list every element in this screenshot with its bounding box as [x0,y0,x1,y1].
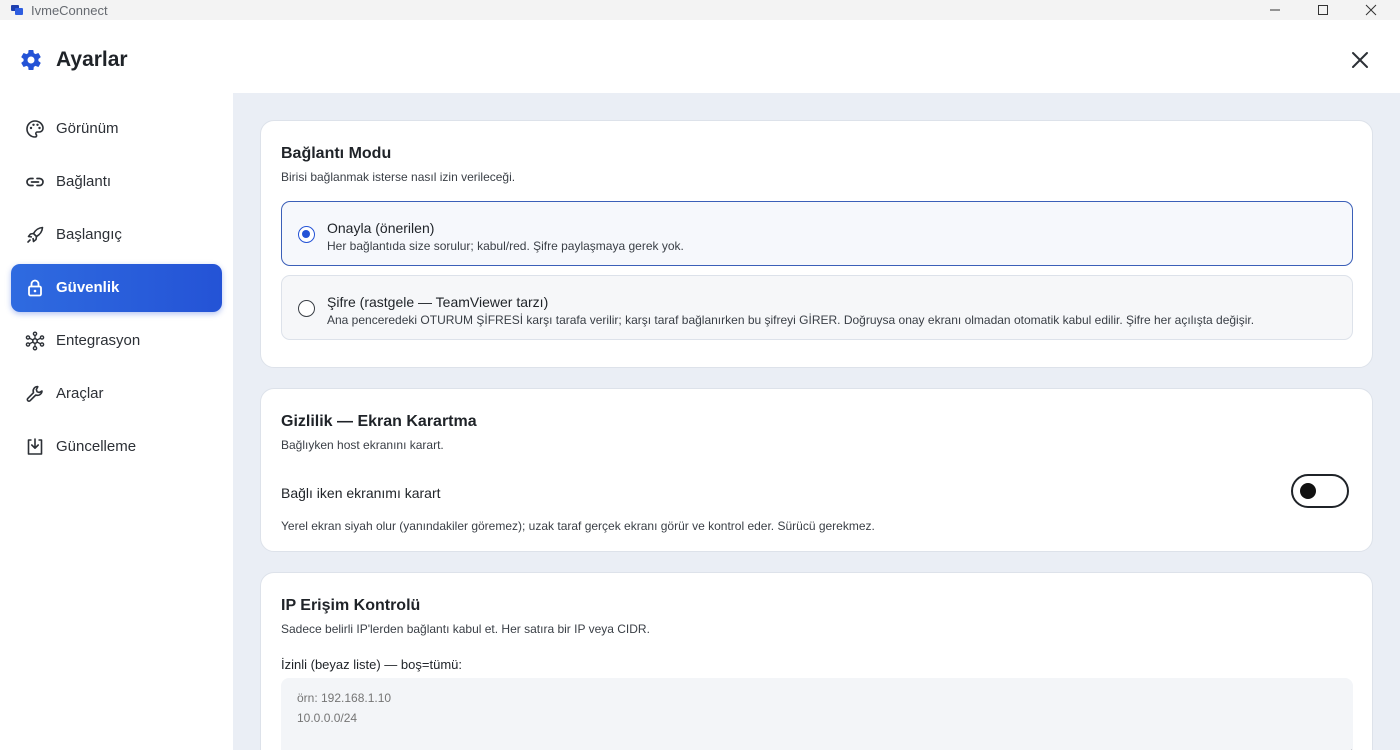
window-app-title: IvmeConnect [31,3,108,18]
radio-option-password[interactable]: Şifre (rastgele — TeamViewer tarzı) Ana … [281,275,1353,340]
sidebar-item-connection[interactable]: Bağlantı [11,158,222,206]
close-settings-button[interactable] [1346,46,1374,74]
minimize-icon [1270,9,1280,11]
ip-access-title: IP Erişim Kontrolü [281,597,421,614]
page-title: Ayarlar [56,48,128,71]
radio-button-unselected[interactable] [298,300,315,317]
sidebar-item-security[interactable]: Güvenlik [11,264,222,312]
screen-blackout-toggle-label: Bağlı iken ekranımı karart [281,485,441,501]
screen-blackout-toggle[interactable] [1291,474,1349,508]
close-icon [1352,52,1368,68]
connection-mode-title: Bağlantı Modu [281,145,392,162]
settings-content: Bağlantı Modu Birisi bağlanmak isterse n… [233,93,1400,750]
ip-access-card: IP Erişim Kontrolü Sadece belirli IP'ler… [260,572,1373,750]
sidebar-item-tools[interactable]: Araçlar [11,370,222,418]
screen-blackout-description: Yerel ekran siyah olur (yanındakiler gör… [281,519,875,533]
sidebar-item-label: Başlangıç [56,226,122,243]
rocket-icon [27,226,44,243]
window-minimize-button[interactable] [1252,0,1298,20]
maximize-icon [1318,5,1328,15]
link-icon [26,177,44,187]
privacy-card: Gizlilik — Ekran Karartma Bağlıyken host… [260,388,1373,552]
sidebar-item-update[interactable]: Güncelleme [11,423,222,471]
window-titlebar: IvmeConnect [0,0,1400,20]
toggle-knob [1300,483,1316,499]
window-close-button[interactable] [1348,0,1394,20]
connection-mode-subtitle: Birisi bağlanmak isterse nasıl izin veri… [281,170,516,184]
whitelist-textarea[interactable] [281,678,1353,750]
sidebar-item-label: Güvenlik [56,279,120,296]
palette-icon [26,120,44,138]
radio-option-description: Her bağlantıda size sorulur; kabul/red. … [327,239,684,253]
radio-button-selected[interactable] [298,226,315,243]
sidebar-item-label: Güncelleme [56,438,137,455]
sidebar-item-startup[interactable]: Başlangıç [11,211,222,259]
app-logo-icon [11,5,23,15]
sidebar-item-label: Araçlar [56,385,104,402]
settings-sidebar: Görünüm Bağlantı Başlangıç Güvenlik Ente… [0,93,233,750]
sidebar-item-label: Bağlantı [56,173,112,190]
radio-option-title: Şifre (rastgele — TeamViewer tarzı) [327,294,549,310]
sidebar-item-label: Entegrasyon [56,332,141,349]
sidebar-item-appearance[interactable]: Görünüm [11,105,222,153]
window-maximize-button[interactable] [1300,0,1346,20]
sidebar-item-label: Görünüm [56,120,119,137]
connection-mode-card: Bağlantı Modu Birisi bağlanmak isterse n… [260,120,1373,368]
whitelist-label: İzinli (beyaz liste) — boş=tümü: [281,657,462,672]
sidebar-item-integration[interactable]: Entegrasyon [11,317,222,365]
privacy-title: Gizlilik — Ekran Karartma [281,413,477,430]
radio-option-approve[interactable]: Onayla (önerilen) Her bağlantıda size so… [281,201,1353,266]
network-icon [25,331,45,351]
privacy-subtitle: Bağlıyken host ekranını karart. [281,438,444,452]
download-icon [27,438,43,455]
settings-header: Ayarlar [0,26,1400,93]
gear-icon [21,49,41,71]
radio-option-description: Ana penceredeki OTURUM ŞİFRESİ karşı tar… [327,313,1255,327]
close-icon [1365,4,1377,16]
wrench-icon [26,385,43,402]
ip-access-subtitle: Sadece belirli IP'lerden bağlantı kabul … [281,622,650,636]
radio-option-title: Onayla (önerilen) [327,220,435,236]
lock-icon [28,279,42,297]
